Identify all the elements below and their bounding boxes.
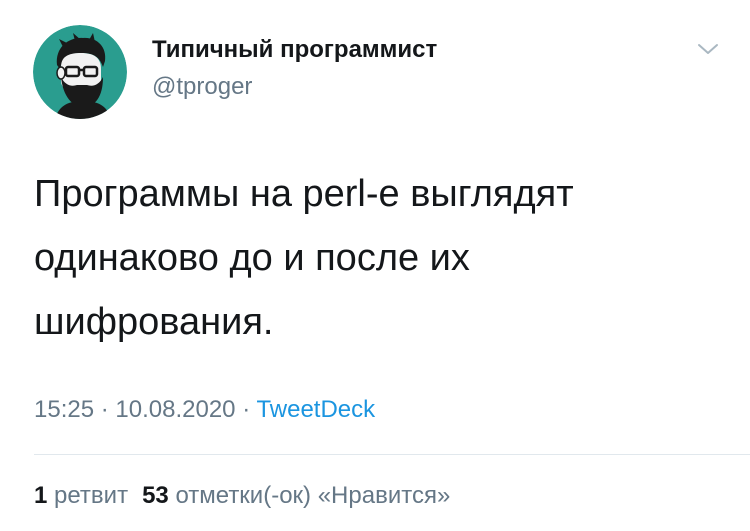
tweet-meta: 15:25 · 10.08.2020 · TweetDeck [34,396,375,424]
meta-separator: · [242,396,251,423]
tweet-card: Типичный программист @tproger Программы … [0,0,750,531]
chevron-down-icon[interactable] [695,36,721,62]
author-name[interactable]: Типичный программист [152,36,437,64]
tweet-source-link[interactable]: TweetDeck [256,396,375,423]
bearded-man-avatar-icon [33,25,127,119]
likes-label: отметки(-ок) «Нравится» [175,482,451,509]
tweet-stats: 1 ретвит 53 отметки(-ок) «Нравится» [34,482,450,510]
tweet-date[interactable]: 10.08.2020 [115,396,235,423]
retweets-stat[interactable]: 1 ретвит [34,482,128,509]
tweet-time[interactable]: 15:25 [34,396,94,423]
retweets-count: 1 [34,482,48,509]
author-handle[interactable]: @tproger [152,73,252,101]
tweet-text: Программы на perl-е выглядят одинаково д… [34,173,574,343]
divider [34,454,750,455]
avatar[interactable] [33,25,127,119]
likes-stat[interactable]: 53 отметки(-ок) «Нравится» [142,482,450,509]
meta-separator: · [100,396,109,423]
likes-count: 53 [142,482,169,509]
retweets-label: ретвит [54,482,129,509]
